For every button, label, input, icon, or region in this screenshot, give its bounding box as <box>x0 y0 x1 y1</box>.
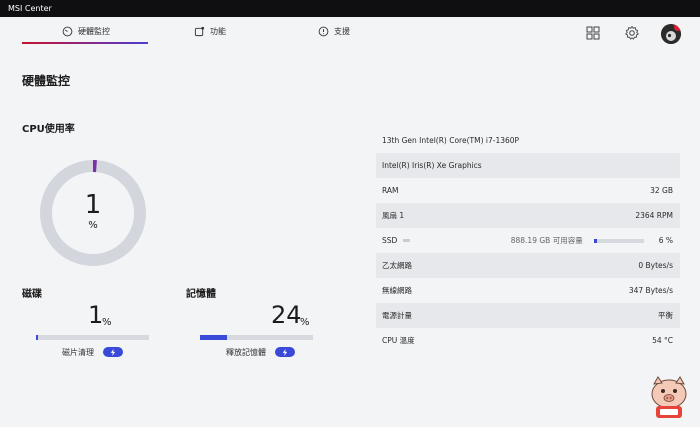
free-memory-button[interactable] <box>275 347 295 357</box>
ssd-row: SSD 888.19 GB 可用容量 6 % <box>376 228 680 253</box>
cpu-usage-title: CPU使用率 <box>22 124 75 135</box>
tab-support[interactable]: 支援 <box>318 17 350 45</box>
row-label: SSD <box>382 236 398 245</box>
memory-usage-bar-fill <box>200 335 228 340</box>
cpu-name-row: 13th Gen Intel(R) Core(TM) i7-1360P <box>376 128 680 153</box>
title-bar: MSI Center <box>0 0 700 17</box>
row-label: 電源計量 <box>382 311 412 320</box>
power-plan-row: 電源計量 平衡 <box>376 303 680 328</box>
feature-icon <box>194 26 205 36</box>
row-label: RAM <box>382 186 399 195</box>
row-value: 0 Bytes/s <box>638 261 673 270</box>
ssd-label-group: SSD <box>382 236 411 245</box>
ssd-indicator <box>403 239 411 242</box>
top-navigation: 硬體監控 功能 支援 <box>0 17 700 53</box>
wireless-row: 無線網路 347 Bytes/s <box>376 278 680 303</box>
disk-usage-bar <box>36 335 149 340</box>
gpu-name: Intel(R) Iris(R) Xe Graphics <box>382 161 482 170</box>
gpu-name-row: Intel(R) Iris(R) Xe Graphics <box>376 153 680 178</box>
row-label: 風扇 1 <box>382 211 405 220</box>
active-tab-indicator <box>22 42 148 44</box>
tab-label: 功能 <box>210 26 226 36</box>
window-title: MSI Center <box>8 4 52 13</box>
pig-mascot-watermark-icon <box>651 376 687 418</box>
ssd-usage-bar <box>593 238 644 243</box>
row-value: 2364 RPM <box>635 211 673 220</box>
disk-usage-value: 1 <box>88 301 104 329</box>
lightning-icon <box>110 348 116 356</box>
avatar[interactable] <box>661 24 681 44</box>
disk-usage-unit: % <box>102 317 112 328</box>
disk-cleanup-label: 磁片清理 <box>62 348 94 357</box>
grid-icon[interactable] <box>585 25 601 41</box>
cpu-usage-unit: % <box>88 220 98 231</box>
ssd-detail: 888.19 GB 可用容量 6 % <box>511 235 673 246</box>
row-label: CPU 溫度 <box>382 336 415 345</box>
row-value: 347 Bytes/s <box>628 286 673 295</box>
memory-usage-value: 24 <box>271 301 302 329</box>
tab-label: 支援 <box>334 26 350 36</box>
page-title: 硬體監控 <box>22 74 71 88</box>
disk-cleanup-button[interactable] <box>103 347 123 357</box>
free-memory-label: 釋放記憶體 <box>226 348 266 357</box>
gear-icon[interactable] <box>624 25 640 41</box>
ethernet-row: 乙太網路 0 Bytes/s <box>376 253 680 278</box>
row-value: 平衡 <box>658 311 673 320</box>
memory-title: 記憶體 <box>186 289 216 300</box>
tab-hardware-monitor[interactable]: 硬體監控 <box>62 17 110 45</box>
cpu-usage-value: 1 <box>84 190 102 220</box>
ssd-capacity: 888.19 GB 可用容量 <box>510 236 583 245</box>
tab-features[interactable]: 功能 <box>194 17 226 45</box>
disk-usage-bar-fill <box>36 335 39 340</box>
row-label: 無線網路 <box>382 286 412 295</box>
fan-row: 風扇 1 2364 RPM <box>376 203 680 228</box>
cpu-name: 13th Gen Intel(R) Core(TM) i7-1360P <box>382 136 520 145</box>
ram-row: RAM 32 GB <box>376 178 680 203</box>
row-value: 54 °C <box>652 336 673 345</box>
row-value: 32 GB <box>650 186 673 195</box>
row-label: 乙太網路 <box>382 261 412 270</box>
disk-title: 磁碟 <box>22 289 42 300</box>
row-value: 6 % <box>658 236 673 245</box>
system-info-panel: 13th Gen Intel(R) Core(TM) i7-1360P Inte… <box>376 128 680 353</box>
memory-usage-bar <box>200 335 313 340</box>
lightning-icon <box>282 348 288 356</box>
tab-label: 硬體監控 <box>78 26 110 36</box>
memory-usage-unit: % <box>300 317 310 328</box>
gauge-icon <box>62 26 73 36</box>
notification-dot <box>674 24 681 31</box>
cpu-temperature-row: CPU 溫度 54 °C <box>376 328 680 353</box>
ssd-usage-bar-fill <box>593 238 597 243</box>
support-icon <box>318 26 329 36</box>
